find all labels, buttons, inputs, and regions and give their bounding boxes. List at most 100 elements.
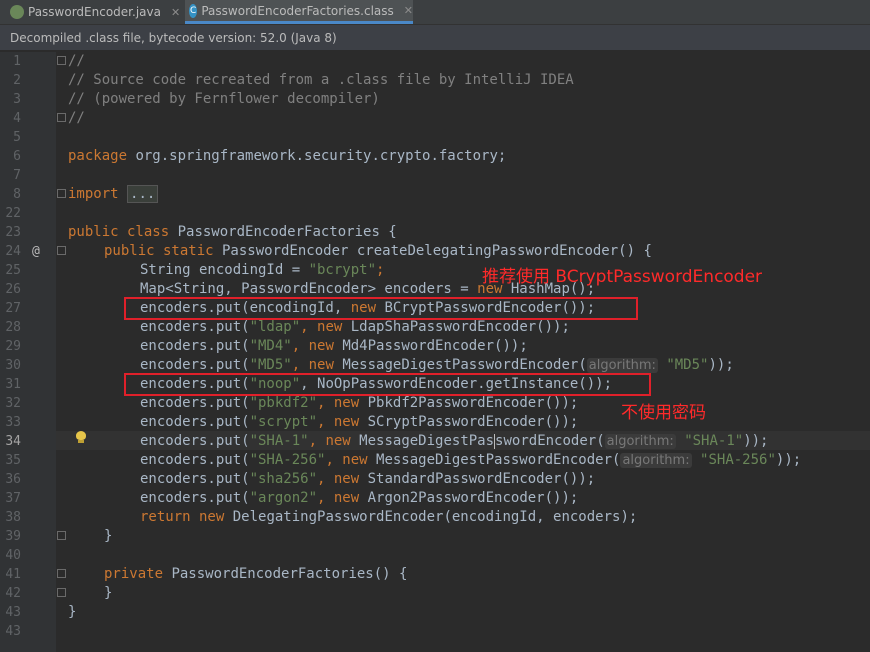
code-line: encoders.put("pbkdf2", new Pbkdf2Passwor… xyxy=(140,394,578,413)
highlight-box-bcrypt xyxy=(124,297,638,320)
code-line: encoders.put("argon2", new Argon2Passwor… xyxy=(140,489,578,508)
line-number: 28 xyxy=(5,320,21,335)
code-line: encoders.put("sha256", new StandardPassw… xyxy=(140,470,595,489)
code-text: PasswordEncoderFactories { xyxy=(169,224,397,240)
code-line: encoders.put("MD4", new Md4PasswordEncod… xyxy=(140,337,528,356)
line-number: 25 xyxy=(5,263,21,278)
tab-password-encoder-java[interactable]: PasswordEncoder.java ✕ xyxy=(6,0,181,24)
parameter-hint: algorithm: xyxy=(620,453,692,468)
code-text: PasswordEncoderFactories() { xyxy=(163,566,408,582)
code-text: MessageDigestPasswordEncoder( xyxy=(367,452,621,468)
tab-label: PasswordEncoder.java xyxy=(28,5,161,19)
tab-label: PasswordEncoderFactories.class xyxy=(201,3,394,18)
keyword: package xyxy=(68,148,128,164)
line-number: 43 xyxy=(5,624,21,639)
lightbulb-icon[interactable] xyxy=(76,431,86,443)
close-icon[interactable]: ✕ xyxy=(171,6,180,19)
code-line: encoders.put("SHA-1", new MessageDigestP… xyxy=(140,432,769,451)
string-literal: "SHA-256" xyxy=(249,452,326,468)
code-text: encoders.put( xyxy=(140,433,250,449)
fold-toggle-icon[interactable] xyxy=(57,531,66,540)
line-number: 22 xyxy=(5,206,21,221)
override-marker-icon[interactable]: @ xyxy=(32,242,40,261)
line-number: 7 xyxy=(13,168,21,183)
line-number: 23 xyxy=(5,225,21,240)
line-number: 42 xyxy=(5,586,21,601)
code-text: Argon2PasswordEncoder()); xyxy=(359,490,579,506)
code-text: )); xyxy=(743,433,769,449)
line-number: 35 xyxy=(5,453,21,468)
code-text: encoders.put( xyxy=(140,414,250,430)
keyword: return new xyxy=(140,509,225,525)
line-number: 27 xyxy=(5,301,21,316)
tab-password-encoder-factories-class[interactable]: C PasswordEncoderFactories.class ✕ xyxy=(185,0,413,24)
line-number: 39 xyxy=(5,529,21,544)
line-number: 32 xyxy=(5,396,21,411)
code-text: ; xyxy=(376,262,385,278)
code-text: LdapShaPasswordEncoder()); xyxy=(342,319,570,335)
code-line: // xyxy=(68,53,85,69)
string-literal: "ldap" xyxy=(249,319,301,335)
string-literal: "SHA-1" xyxy=(684,433,744,449)
line-number: 6 xyxy=(13,149,21,164)
fold-toggle-icon[interactable] xyxy=(57,588,66,597)
code-line: encoders.put("scrypt", new SCryptPasswor… xyxy=(140,413,578,432)
fold-toggle-icon[interactable] xyxy=(57,569,66,578)
code-text: encoders.put( xyxy=(140,338,250,354)
code-text: )); xyxy=(708,357,734,373)
code-text: encoders.put( xyxy=(140,357,250,373)
code-line: } xyxy=(104,585,113,601)
line-number: 26 xyxy=(5,282,21,297)
highlight-box-noop xyxy=(124,373,651,396)
line-number: 37 xyxy=(5,491,21,506)
keyword: , new xyxy=(317,395,360,411)
code-text: Map<String, PasswordEncoder> encoders = xyxy=(140,281,478,297)
code-line: encoders.put("SHA-256", new MessageDiges… xyxy=(140,451,801,470)
editor-tab-bar: PasswordEncoder.java ✕ C PasswordEncoder… xyxy=(0,0,870,25)
code-text: String encodingId = xyxy=(140,262,309,278)
code-line: // (powered by Fernflower decompiler) xyxy=(68,91,380,107)
line-number: 3 xyxy=(13,92,21,107)
code-text: DelegatingPasswordEncoder(encodingId, en… xyxy=(224,509,638,525)
parameter-hint: algorithm: xyxy=(604,434,676,449)
code-line: import ... xyxy=(68,185,159,204)
string-literal: "MD5" xyxy=(666,357,709,373)
string-literal: "MD5" xyxy=(249,357,292,373)
line-number: 36 xyxy=(5,472,21,487)
fold-toggle-icon[interactable] xyxy=(57,246,66,255)
code-text: Pbkdf2PasswordEncoder()); xyxy=(359,395,579,411)
fold-toggle-icon[interactable] xyxy=(57,113,66,122)
string-literal: "scrypt" xyxy=(249,414,318,430)
code-line: String encodingId = "bcrypt"; xyxy=(140,261,384,280)
code-line: return new DelegatingPasswordEncoder(enc… xyxy=(140,508,637,527)
code-text: StandardPasswordEncoder()); xyxy=(359,471,596,487)
code-text: org.springframework.security.crypto.fact… xyxy=(127,148,507,164)
keyword: , new xyxy=(317,414,360,430)
code-line: } xyxy=(68,604,77,620)
code-line: public static PasswordEncoder createDele… xyxy=(104,242,652,261)
code-line: // Source code recreated from a .class f… xyxy=(68,72,574,88)
line-number: 1 xyxy=(13,54,21,69)
code-text: MessageDigestPas xyxy=(350,433,495,449)
line-number: 33 xyxy=(5,415,21,430)
keyword: , new xyxy=(317,471,360,487)
fold-toggle-icon[interactable] xyxy=(57,56,66,65)
fold-toggle-icon[interactable] xyxy=(57,189,66,198)
code-line: // xyxy=(68,110,85,126)
annotation-no-password: 不使用密码 xyxy=(621,403,706,423)
string-literal: "SHA-256" xyxy=(700,452,776,468)
keyword: import xyxy=(68,186,119,202)
line-number: 8 xyxy=(13,187,21,202)
string-literal: "pbkdf2" xyxy=(249,395,318,411)
line-number: 38 xyxy=(5,510,21,525)
keyword: , new xyxy=(300,319,343,335)
folded-imports[interactable]: ... xyxy=(127,185,159,203)
line-number: 31 xyxy=(5,377,21,392)
string-literal: "SHA-1" xyxy=(249,433,309,449)
code-text: encoders.put( xyxy=(140,490,250,506)
close-icon[interactable]: ✕ xyxy=(404,4,413,17)
code-line: public class PasswordEncoderFactories { xyxy=(68,223,397,242)
keyword: public class xyxy=(68,224,170,240)
string-literal: "sha256" xyxy=(249,471,318,487)
decompiled-banner: Decompiled .class file, bytecode version… xyxy=(0,25,870,51)
